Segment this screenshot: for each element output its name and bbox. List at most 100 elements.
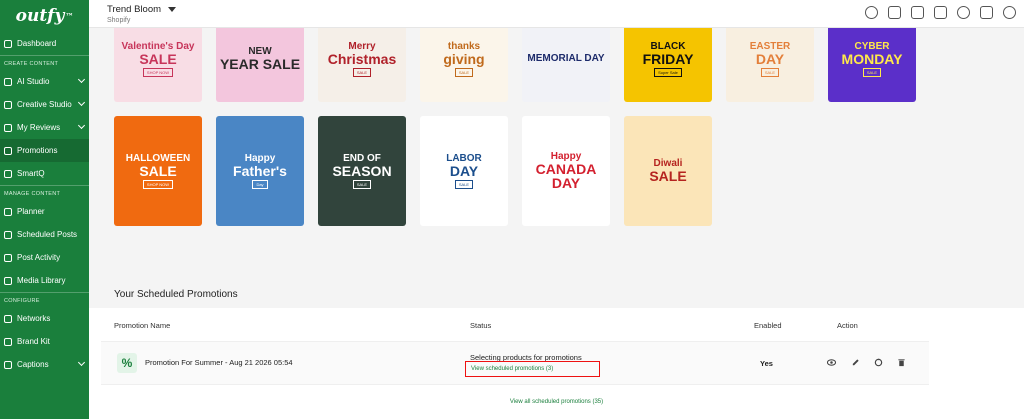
delete-icon[interactable] <box>897 358 906 367</box>
refresh-icon[interactable] <box>874 358 883 367</box>
template-line-1: EASTER <box>749 40 791 52</box>
sidebar-item-networks[interactable]: Networks <box>0 307 89 330</box>
template-line-3: SALE <box>862 67 882 77</box>
logo-mark: ™ <box>65 11 74 21</box>
template-line-2: Christmas <box>327 50 397 67</box>
template-line-1: LABOR <box>446 152 482 164</box>
mail-icon[interactable] <box>980 6 993 19</box>
top-bar: Trend Bloom Shopify <box>89 0 1024 28</box>
sidebar-item-promotions[interactable]: Promotions <box>0 139 89 162</box>
promotion-template-card[interactable]: CYBER MONDAY SALE <box>828 28 916 102</box>
logo-text: outfy <box>15 6 65 26</box>
promotion-template-card[interactable]: LABOR DAY SALE <box>420 116 508 226</box>
view-all-scheduled-link[interactable]: View all scheduled promotions (35) <box>89 399 1024 405</box>
template-line-2: SEASON <box>332 162 392 179</box>
template-line-1: MEMORIAL DAY <box>527 53 605 64</box>
sidebar-item-planner[interactable]: Planner <box>0 200 89 223</box>
magic-wand-icon[interactable] <box>911 6 924 19</box>
template-line-2: DAY <box>755 50 785 67</box>
sidebar-item-ai-studio[interactable]: AI Studio <box>0 70 89 93</box>
section-configure: CONFIGURE <box>0 292 89 307</box>
sidebar-item-captions[interactable]: Captions <box>0 353 89 376</box>
scheduled-section-title: Your Scheduled Promotions <box>114 289 238 300</box>
billing-icon[interactable] <box>888 6 901 19</box>
template-line-3: SALE <box>352 67 372 77</box>
promotion-template-card[interactable]: HALLOWEEN SALE SHOP NOW <box>114 116 202 226</box>
promotion-template-card[interactable]: MEMORIAL DAY <box>522 28 610 102</box>
sidebar-item-label: Post Activity <box>17 253 61 262</box>
captions-icon <box>4 360 12 369</box>
promotion-template-card[interactable]: thanks giving SALE <box>420 28 508 102</box>
eye-icon[interactable] <box>827 358 836 367</box>
promotion-template-card[interactable]: EASTER DAY SALE <box>726 28 814 102</box>
promotion-template-card[interactable]: END OF SEASON SALE <box>318 116 406 226</box>
sidebar-item-label: Networks <box>17 314 51 323</box>
scheduled-table: Promotion Name Status Enabled Action % P… <box>89 308 1024 419</box>
column-header-status: Status <box>470 321 492 330</box>
template-line-2: FRIDAY <box>642 50 694 67</box>
discount-icon: % <box>117 353 137 373</box>
brand-kit-icon <box>4 337 12 346</box>
notifications-icon[interactable] <box>1003 6 1016 19</box>
template-line-3: SHOP NOW <box>142 67 174 77</box>
column-header-enabled: Enabled <box>754 321 782 330</box>
promotion-template-card[interactable]: Happy CANADA DAY <box>522 116 610 226</box>
template-line-2: CANADA DAY <box>535 161 597 191</box>
promotion-template-card[interactable]: NEW YEAR SALE <box>216 28 304 102</box>
template-line-3: SALE <box>352 179 372 189</box>
template-line-2: YEAR SALE <box>219 56 301 72</box>
template-line-1: HALLOWEEN <box>125 152 191 164</box>
sidebar-item-label: My Reviews <box>17 123 61 132</box>
handshake-icon[interactable] <box>934 6 947 19</box>
sidebar-item-label: Creative Studio <box>17 100 72 109</box>
sidebar-item-my-reviews[interactable]: My Reviews <box>0 116 89 139</box>
template-line-3: SALE <box>760 67 780 77</box>
view-scheduled-promotions-link[interactable]: View scheduled promotions (3) <box>471 366 553 372</box>
media-icon <box>4 276 12 285</box>
template-line-2: MONDAY <box>841 50 903 67</box>
clock-icon <box>4 230 12 239</box>
calendar-icon <box>4 207 12 216</box>
sidebar-item-post-activity[interactable]: Post Activity <box>0 246 89 269</box>
promotion-template-card[interactable]: Diwali SALE <box>624 116 712 226</box>
sidebar-item-dashboard[interactable]: Dashboard <box>0 32 89 55</box>
promotion-template-card[interactable]: Valentine's Day SALE SHOP NOW <box>114 28 202 102</box>
sidebar-item-label: Planner <box>17 207 45 216</box>
logo[interactable]: outfy ™ <box>0 0 89 32</box>
template-line-1: Happy <box>244 152 276 164</box>
sidebar-item-brand-kit[interactable]: Brand Kit <box>0 330 89 353</box>
template-line-2: SALE <box>139 50 177 67</box>
template-line-3: Super Sale <box>654 67 682 77</box>
sidebar-item-label: Media Library <box>17 276 66 285</box>
template-line-1: thanks <box>447 40 481 52</box>
user-icon[interactable] <box>865 6 878 19</box>
sidebar-item-label: SmartQ <box>17 169 45 178</box>
section-manage-content: MANAGE CONTENT <box>0 185 89 200</box>
chevron-down-icon <box>77 75 86 84</box>
sidebar-item-smartq[interactable]: SmartQ <box>0 162 89 185</box>
promotions-icon <box>4 146 12 155</box>
promotion-template-card[interactable]: Merry Christmas SALE <box>318 28 406 102</box>
sidebar: outfy ™ Dashboard CREATE CONTENT AI Studi… <box>0 0 89 419</box>
sidebar-item-media-library[interactable]: Media Library <box>0 269 89 292</box>
chevron-down-icon <box>77 358 86 367</box>
table-row: % Promotion For Summer - Aug 21 2026 05:… <box>101 341 929 385</box>
store-switcher[interactable]: Trend Bloom Shopify <box>107 4 177 24</box>
template-line-2: Father's <box>233 162 287 179</box>
sidebar-item-label: AI Studio <box>17 77 50 86</box>
template-line-3: SHOP NOW <box>142 179 174 189</box>
promotion-name: Promotion For Summer - Aug 21 2026 05:54 <box>145 358 293 367</box>
top-icons <box>865 6 1016 19</box>
template-line-1: CYBER <box>854 40 890 52</box>
promotion-template-card[interactable]: Happy Father's Day <box>216 116 304 226</box>
edit-icon[interactable] <box>851 358 860 367</box>
template-line-1: END OF <box>343 152 381 164</box>
sidebar-item-creative-studio[interactable]: Creative Studio <box>0 93 89 116</box>
sidebar-item-label: Dashboard <box>17 39 57 48</box>
support-icon[interactable] <box>957 6 970 19</box>
sidebar-item-scheduled-posts[interactable]: Scheduled Posts <box>0 223 89 246</box>
promotion-template-card[interactable]: BLACK FRIDAY Super Sale <box>624 28 712 102</box>
network-icon <box>4 314 12 323</box>
template-line-1: Merry <box>348 40 376 52</box>
activity-icon <box>4 253 12 262</box>
